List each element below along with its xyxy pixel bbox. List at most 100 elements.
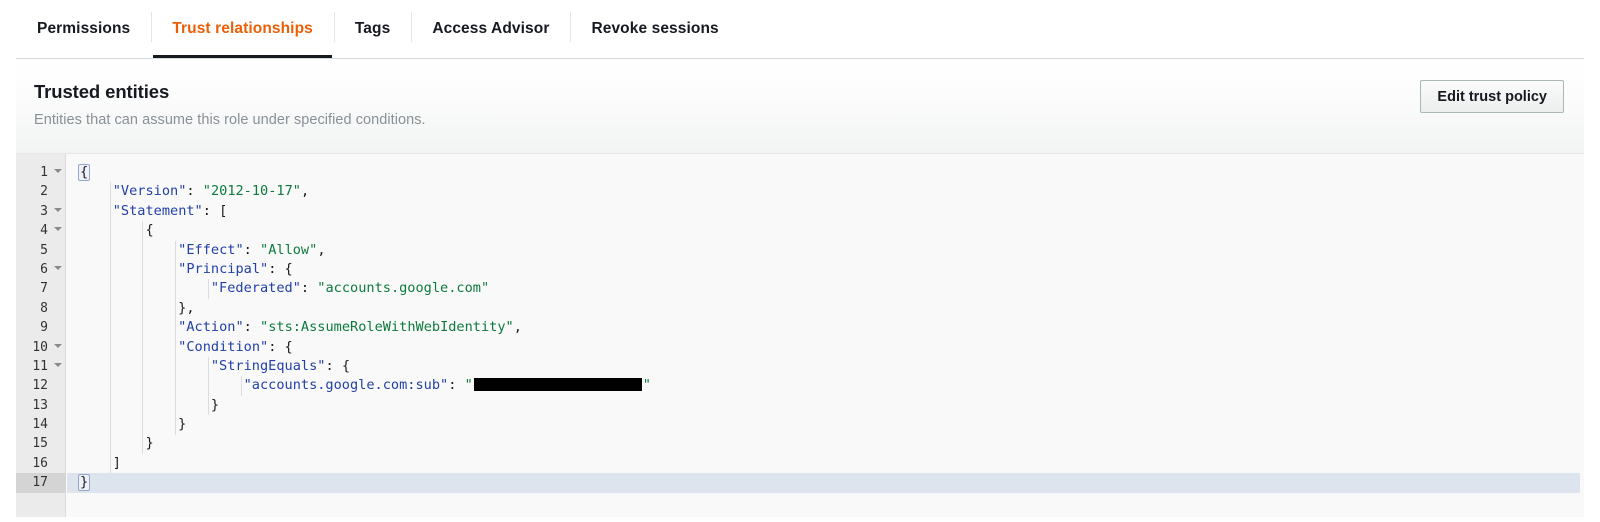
- code-token: ]: [112, 454, 121, 471]
- code-line-text: "Action": "sts:AssumeRoleWithWebIdentity…: [67, 318, 1580, 337]
- chevron-down-icon[interactable]: [54, 343, 62, 348]
- line-number: 10: [32, 339, 48, 355]
- code-line-text: }: [67, 473, 1580, 492]
- code-token: "StringEquals": [210, 357, 326, 374]
- code-line-text: },: [67, 299, 1580, 318]
- code-line[interactable]: "StringEquals": {: [67, 357, 1580, 376]
- code-line-text: "Effect": "Allow",: [67, 241, 1580, 260]
- redacted-value-bar: [473, 378, 642, 392]
- tab-revoke-sessions[interactable]: Revoke sessions: [570, 0, 739, 58]
- line-number: 1: [40, 165, 48, 180]
- code-token: :: [243, 319, 261, 336]
- code-line-text: "Statement": [: [67, 202, 1580, 221]
- code-line-text: "Federated": "accounts.google.com": [67, 279, 1580, 298]
- chevron-down-icon[interactable]: [54, 227, 62, 232]
- line-number-row[interactable]: 5: [16, 241, 66, 260]
- line-number-row[interactable]: 16: [16, 454, 66, 473]
- code-line[interactable]: "Version": "2012-10-17",: [67, 182, 1580, 201]
- line-number-row[interactable]: 7: [16, 279, 66, 298]
- code-token: : {: [268, 260, 293, 277]
- tab-tags[interactable]: Tags: [333, 0, 411, 58]
- tab-label: Trust relationships: [172, 20, 313, 37]
- code-line[interactable]: "Action": "sts:AssumeRoleWithWebIdentity…: [67, 318, 1580, 337]
- chevron-down-icon[interactable]: [54, 265, 62, 270]
- line-number: 2: [40, 184, 48, 200]
- code-token: "Effect": [178, 241, 244, 258]
- editor-code-area[interactable]: {"Version": "2012-10-17", "Statement": [{…: [67, 154, 1580, 517]
- code-token: ,: [513, 319, 522, 336]
- matching-brace: {: [78, 164, 91, 181]
- code-line[interactable]: }: [67, 415, 1580, 434]
- code-token: "2012-10-17": [202, 183, 301, 200]
- tab-label: Permissions: [37, 20, 131, 37]
- code-token: : {: [325, 357, 351, 374]
- line-number-row[interactable]: 9: [16, 318, 66, 337]
- line-number: 4: [40, 223, 48, 239]
- code-line-text: }: [67, 415, 1580, 434]
- code-token: ,: [300, 183, 310, 200]
- trust-policy-json-editor[interactable]: {"Version": "2012-10-17", "Statement": [{…: [16, 153, 1584, 517]
- tab-access-advisor[interactable]: Access Advisor: [411, 0, 570, 58]
- code-token: }: [145, 435, 154, 452]
- line-number-row[interactable]: 1: [16, 163, 66, 182]
- code-line-text: "StringEquals": {: [67, 357, 1580, 376]
- code-line-text: {: [67, 221, 1580, 240]
- tab-label: Revoke sessions: [591, 20, 719, 37]
- tab-trust-relationships[interactable]: Trust relationships: [151, 0, 334, 58]
- code-token: : [: [202, 202, 228, 219]
- code-token: "accounts.google.com": [317, 280, 490, 297]
- line-number-row[interactable]: 2: [16, 182, 66, 201]
- code-line[interactable]: }: [67, 434, 1580, 453]
- edit-trust-policy-button[interactable]: Edit trust policy: [1420, 80, 1564, 113]
- code-line[interactable]: {: [67, 221, 1580, 240]
- code-token: "Federated": [210, 280, 301, 297]
- tab-permissions[interactable]: Permissions: [16, 0, 151, 58]
- line-number: 14: [32, 417, 48, 433]
- line-number-row[interactable]: 3: [16, 202, 66, 221]
- line-number-row[interactable]: 12: [16, 376, 66, 395]
- code-line[interactable]: }: [67, 396, 1580, 415]
- code-line[interactable]: }: [67, 473, 1580, 493]
- tab-label: Tags: [354, 20, 391, 37]
- code-line[interactable]: ]: [67, 454, 1580, 473]
- code-token: "Action": [178, 319, 244, 336]
- trusted-entities-panel: Trusted entities Entities that can assum…: [16, 59, 1584, 517]
- line-number-column[interactable]: 1 2 3 4 5 6 7 8 9 10 11 12 13 14 15 16 17: [16, 163, 66, 493]
- line-number-row[interactable]: 13: [16, 396, 66, 415]
- line-number-row[interactable]: 8: [16, 299, 66, 318]
- code-line-text: "Version": "2012-10-17",: [67, 182, 1580, 201]
- code-token: "Statement": [112, 202, 203, 219]
- code-line[interactable]: "Statement": [: [67, 202, 1580, 221]
- line-number-row[interactable]: 15: [16, 434, 66, 453]
- code-line-text: "Principal": {: [67, 260, 1580, 279]
- chevron-down-icon[interactable]: [54, 169, 62, 173]
- code-line[interactable]: "Federated": "accounts.google.com": [67, 279, 1580, 298]
- code-line[interactable]: "accounts.google.com:sub": " ": [67, 376, 1580, 395]
- code-line-text: }: [67, 396, 1580, 415]
- code-token: ,: [317, 241, 326, 258]
- code-line[interactable]: "Condition": {: [67, 338, 1580, 357]
- code-token: :: [186, 183, 203, 200]
- line-number-row[interactable]: 17: [16, 473, 66, 493]
- tab-label: Access Advisor: [432, 20, 550, 37]
- code-token: :: [300, 280, 318, 297]
- line-number-row[interactable]: 14: [16, 415, 66, 434]
- line-number-row[interactable]: 6: [16, 260, 66, 279]
- line-number-row[interactable]: 11: [16, 357, 66, 376]
- chevron-down-icon[interactable]: [54, 362, 62, 367]
- chevron-down-icon[interactable]: [54, 207, 62, 212]
- code-line[interactable]: "Effect": "Allow",: [67, 241, 1580, 260]
- code-line[interactable]: "Principal": {: [67, 260, 1580, 279]
- code-line-text: "accounts.google.com:sub": " ": [67, 376, 1580, 395]
- code-line[interactable]: },: [67, 299, 1580, 318]
- code-token: "Condition": [178, 338, 269, 355]
- code-token: "Principal": [178, 260, 269, 277]
- line-number-row[interactable]: 4: [16, 221, 66, 240]
- line-number: 5: [40, 242, 48, 258]
- code-line[interactable]: {: [67, 163, 1580, 182]
- line-number: 9: [40, 320, 48, 336]
- line-number-row[interactable]: 10: [16, 338, 66, 357]
- editor-footer: [16, 495, 1580, 517]
- line-number: 8: [40, 300, 48, 316]
- code-token: "sts:AssumeRoleWithWebIdentity": [260, 319, 514, 336]
